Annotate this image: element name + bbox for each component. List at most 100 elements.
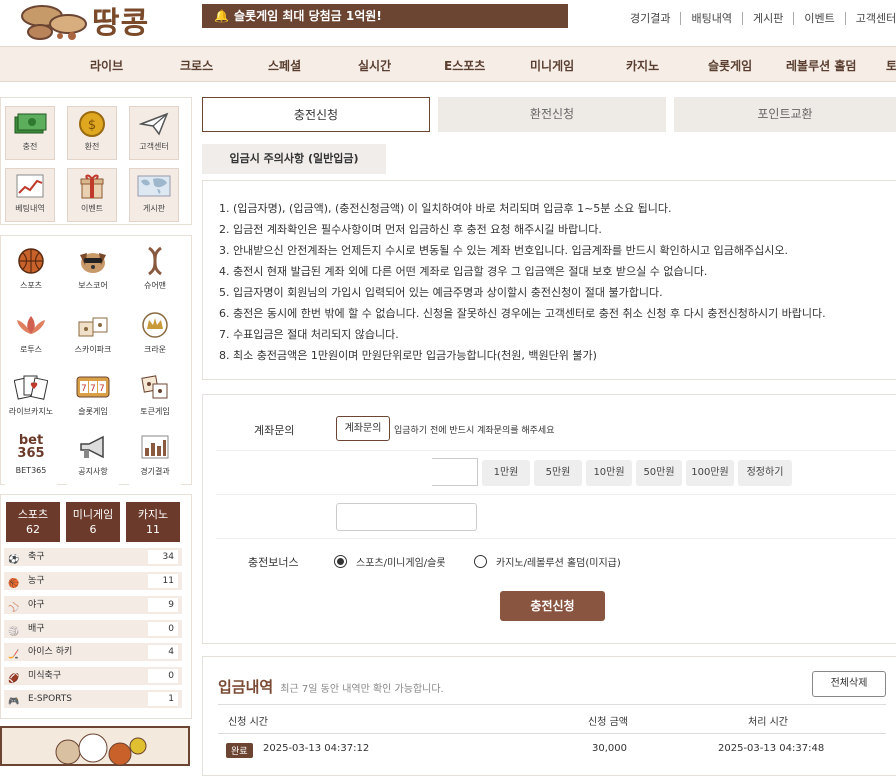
quick-event[interactable]: 이벤트	[67, 168, 117, 222]
sports-banner[interactable]	[0, 726, 190, 766]
rule-item: 2. 입금전 계좌확인은 필수사항이며 먼저 입금하신 후 충전 요청 해주시길…	[219, 223, 602, 236]
cat-tab-label: 카지노	[137, 508, 169, 521]
top-link-support[interactable]: 고객센터	[844, 12, 896, 25]
amount-reset-button[interactable]: 정정하기	[738, 460, 792, 486]
top-link-results[interactable]: 경기결과	[620, 12, 680, 25]
quick-support[interactable]: 고객센터	[129, 106, 179, 160]
game-results[interactable]: 경기결과	[129, 428, 181, 486]
tab-point-exchange[interactable]: 포인트교환	[674, 97, 896, 132]
bonus-label: 충전보너스	[248, 556, 299, 569]
esports-icon: 🎮	[8, 697, 20, 707]
bonus-radio-sports[interactable]	[334, 555, 347, 568]
tab-deposit[interactable]: 충전신청	[202, 97, 430, 132]
amount-1m-button[interactable]: 100만원	[686, 460, 734, 486]
game-label: 공지사항	[78, 467, 108, 476]
col-processed-time: 처리 시간	[748, 717, 788, 728]
peanut-logo-icon	[21, 5, 87, 40]
table-row[interactable]: 완료 2025-03-13 04:37:12 30,000 2025-03-13…	[218, 736, 886, 764]
game-slot[interactable]: 777 슬롯게임	[67, 368, 119, 426]
top-links: 경기결과 배팅내역 게시판 이벤트 고객센터	[620, 10, 896, 26]
game-skypark[interactable]: 스카이파크	[67, 306, 119, 364]
sport-count: 4	[148, 645, 178, 659]
amount-50k-button[interactable]: 5만원	[534, 460, 582, 486]
game-boscore[interactable]: 보스코어	[67, 242, 119, 300]
nav-casino[interactable]: 카지노	[626, 57, 659, 74]
game-token[interactable]: 토큰게임	[129, 368, 181, 426]
rule-item: 6. 충전은 동시에 한번 밖에 할 수 없습니다. 신청을 잘못하신 경우에는…	[219, 307, 826, 320]
nav-live[interactable]: 라이브	[90, 57, 123, 74]
chart-icon	[16, 174, 44, 198]
rule-item: 7. 수표입금은 절대 처리되지 않습니다.	[219, 328, 399, 341]
header: 땅콩 🔔 슬롯게임 최대 당첨금 1억원! 경기결과 배팅내역 게시판 이벤트 고객센터	[0, 0, 896, 46]
cat-tab-casino[interactable]: 카지노 11	[126, 502, 180, 542]
nav-esports[interactable]: E스포츠	[444, 57, 485, 74]
nav-holdem[interactable]: 레볼루션 홀덤	[786, 57, 856, 74]
nav-special[interactable]: 스페셜	[268, 57, 301, 74]
lotus-icon	[17, 316, 45, 334]
quick-board[interactable]: 게시판	[129, 168, 179, 222]
amount-100k-button[interactable]: 10만원	[586, 460, 632, 486]
game-lotus[interactable]: 로투스	[5, 306, 57, 364]
quick-label: 게시판	[142, 204, 166, 213]
game-label: 스포츠	[19, 281, 43, 290]
bonus-option-sports: 스포츠/미니게임/슬롯	[356, 558, 446, 569]
history-subtitle: 최근 7일 동안 내역만 확인 가능합니다.	[280, 684, 444, 695]
game-sureman[interactable]: 슈어맨	[129, 242, 181, 300]
nav-realtime[interactable]: 실시간	[358, 57, 391, 74]
quick-deposit[interactable]: 충전	[5, 106, 55, 160]
sport-row-baseball[interactable]: ⚾ 야구 9	[4, 596, 182, 614]
basketball-icon	[18, 248, 44, 274]
cat-tab-count: 11	[146, 523, 160, 536]
submit-deposit-button[interactable]: 충전신청	[500, 591, 605, 621]
nav-minigame[interactable]: 미니게임	[530, 57, 574, 74]
cat-tab-minigame[interactable]: 미니게임 6	[66, 502, 120, 542]
cat-tab-count: 6	[89, 523, 97, 536]
game-label: 경기결과	[140, 467, 170, 476]
game-label: 보스코어	[78, 281, 108, 290]
game-live-casino[interactable]: ♥ 라이브카지노	[5, 368, 57, 426]
sport-row-football[interactable]: 🏈 미식축구 0	[4, 667, 182, 685]
svg-text:7: 7	[90, 384, 96, 394]
game-label: 슈어맨	[143, 281, 167, 290]
top-link-bets[interactable]: 배팅내역	[680, 12, 742, 25]
depositor-input[interactable]	[336, 503, 477, 531]
bet365-icon: bet 365	[17, 433, 45, 461]
site-logo[interactable]: 땅콩	[20, 0, 165, 44]
account-inquiry-button[interactable]: 계좌문의	[336, 416, 390, 441]
game-label: 스카이파크	[74, 345, 112, 354]
amount-10k-button[interactable]: 1만원	[482, 460, 530, 486]
amount-input[interactable]	[432, 458, 478, 486]
game-sports[interactable]: 스포츠	[5, 242, 57, 300]
paper-plane-icon	[139, 112, 169, 136]
bonus-radio-casino[interactable]	[474, 555, 487, 568]
main-nav: 라이브 크로스 스페셜 실시간 E스포츠 미니게임 카지노 슬롯게임 레볼루션 …	[0, 46, 896, 82]
top-link-board[interactable]: 게시판	[741, 12, 794, 25]
quick-withdraw[interactable]: $ 환전	[67, 106, 117, 160]
sport-row-volleyball[interactable]: 🏐 배구 0	[4, 620, 182, 638]
sport-count: 11	[148, 574, 178, 588]
sport-count: 1	[148, 692, 178, 706]
quick-label: 이벤트	[80, 204, 104, 213]
cat-tab-sports[interactable]: 스포츠 62	[6, 502, 60, 542]
quick-bets[interactable]: 베팅내역	[5, 168, 55, 222]
top-link-event[interactable]: 이벤트	[793, 12, 845, 25]
sport-row-esports[interactable]: 🎮 E-SPORTS 1	[4, 690, 182, 708]
nav-more[interactable]: 토	[886, 57, 896, 74]
amount-500k-button[interactable]: 50만원	[636, 460, 682, 486]
svg-text:7: 7	[99, 384, 105, 394]
sport-row-soccer[interactable]: ⚽ 축구 34	[4, 548, 182, 566]
nav-cross[interactable]: 크로스	[180, 57, 213, 74]
sport-row-basketball[interactable]: 🏀 농구 11	[4, 572, 182, 590]
delete-all-button[interactable]: 전체삭제	[812, 671, 886, 697]
volleyball-icon: 🏐	[8, 627, 20, 637]
history-title: 입금내역	[218, 678, 274, 696]
game-crown[interactable]: 크라운	[129, 306, 181, 364]
nav-slot[interactable]: 슬롯게임	[708, 57, 752, 74]
tab-withdraw[interactable]: 환전신청	[438, 97, 666, 132]
dna-icon	[148, 246, 162, 276]
game-notice[interactable]: 공지사항	[67, 428, 119, 486]
game-bet365[interactable]: bet 365 BET365	[5, 428, 57, 486]
sport-row-icehockey[interactable]: 🏒 아이스 하키 4	[4, 643, 182, 661]
row-amount: 30,000	[592, 743, 627, 754]
cat-tab-label: 미니게임	[72, 508, 114, 521]
